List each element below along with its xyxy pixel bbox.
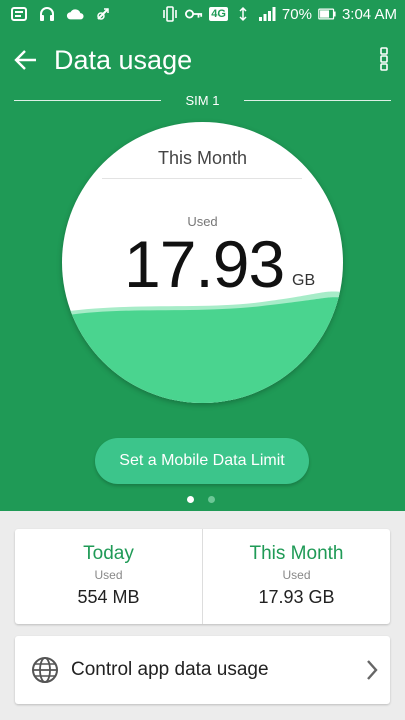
signal-off-icon — [94, 5, 112, 23]
network-type-badge: 4G — [209, 7, 228, 21]
sim-selector: SIM 1 — [14, 92, 391, 110]
battery-icon — [318, 5, 336, 23]
key-icon — [185, 5, 203, 23]
set-data-limit-button[interactable]: Set a Mobile Data Limit — [95, 438, 309, 484]
back-arrow-icon[interactable] — [10, 44, 42, 76]
app-bar: Data usage — [0, 36, 405, 84]
control-app-data-usage-label: Control app data usage — [71, 659, 269, 680]
status-bar: 4G 70% 3:04 AM — [0, 0, 405, 30]
clock: 3:04 AM — [341, 5, 397, 23]
month-used-label: Used — [282, 568, 311, 582]
page-dot-active[interactable] — [187, 496, 194, 503]
usage-dial: This Month Used 17.93 GB — [62, 122, 343, 403]
page-title: Data usage — [54, 45, 193, 75]
vibrate-icon — [161, 5, 179, 23]
chevron-right-icon — [364, 658, 380, 682]
month-usage: This Month Used 17.93 GB — [203, 529, 390, 624]
dial-usage-unit: GB — [292, 272, 316, 289]
cell-signal-icon — [258, 5, 276, 23]
notification-icon — [10, 5, 28, 23]
cloud-icon — [66, 5, 84, 23]
month-value: 17.93 GB — [258, 587, 335, 607]
today-usage: Today Used 554 MB — [15, 529, 202, 624]
usage-summary-card: Today Used 554 MB This Month Used 17.93 … — [15, 529, 390, 624]
today-used-label: Used — [94, 568, 123, 582]
wifi-signal-icon — [234, 5, 252, 23]
control-app-data-usage-row[interactable]: Control app data usage — [15, 636, 390, 704]
sim-divider-right — [244, 100, 391, 101]
globe-icon — [31, 656, 59, 684]
dial-usage-value: 17.93 — [124, 227, 285, 301]
battery-percent: 70% — [281, 5, 312, 23]
headset-icon — [38, 5, 56, 23]
dial-separator — [102, 178, 302, 179]
overflow-menu-icon[interactable] — [377, 44, 393, 74]
today-value: 554 MB — [77, 587, 140, 607]
month-label: This Month — [249, 543, 344, 564]
page-indicator — [187, 496, 215, 503]
dial-period-label: This Month — [157, 148, 248, 168]
today-label: Today — [83, 543, 134, 564]
page-dot[interactable] — [208, 496, 215, 503]
